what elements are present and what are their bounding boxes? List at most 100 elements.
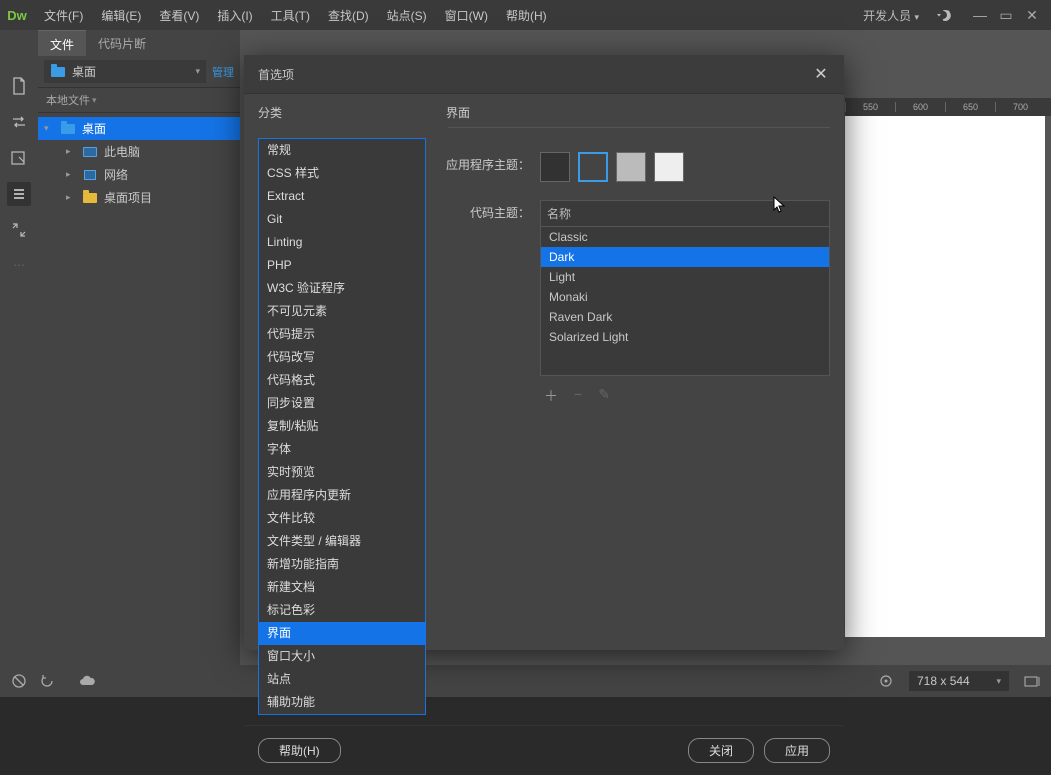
close-window-button[interactable]: ✕ xyxy=(1019,2,1045,28)
category-item[interactable]: W3C 验证程序 xyxy=(259,277,425,300)
minimize-button[interactable]: — xyxy=(967,2,993,28)
category-item[interactable]: 代码格式 xyxy=(259,369,425,392)
category-item[interactable]: 标记色彩 xyxy=(259,599,425,622)
dialog-footer: 帮助(H) 关闭 应用 xyxy=(244,725,844,775)
error-report-icon[interactable] xyxy=(8,670,30,692)
chevron-down-icon: ▾ xyxy=(92,95,97,106)
app-logo: Dw xyxy=(6,6,28,24)
theme-item[interactable]: Solarized Light xyxy=(541,327,829,347)
category-item[interactable]: 文件比较 xyxy=(259,507,425,530)
chevron-right-icon: ▸ xyxy=(66,169,76,180)
sync-settings-icon[interactable] xyxy=(933,5,953,25)
files-panel: 文件 代码片断 桌面 ▾ 管理 本地文件 ▾ ▾ 桌面 ▸ 此电脑 xyxy=(38,30,240,697)
apply-button[interactable]: 应用 xyxy=(764,738,830,763)
category-item[interactable]: 辅助功能 xyxy=(259,691,425,714)
viewport-size-selector[interactable]: 718 x 544 ▾ xyxy=(909,671,1009,691)
overflow-icon[interactable] xyxy=(1021,670,1043,692)
menu-view[interactable]: 查看(V) xyxy=(151,3,207,28)
category-item[interactable]: 站点 xyxy=(259,668,425,691)
tree-label: 桌面 xyxy=(82,120,106,137)
edit-theme-button[interactable]: ✎ xyxy=(598,386,610,406)
chevron-down-icon: ▾ xyxy=(996,676,1001,687)
main-menu: 文件(F) 编辑(E) 查看(V) 插入(I) 工具(T) 查找(D) 站点(S… xyxy=(36,3,555,28)
file-icon[interactable] xyxy=(7,74,31,98)
category-item[interactable]: 文件类型 / 编辑器 xyxy=(259,530,425,553)
category-item[interactable]: Extract xyxy=(259,185,425,208)
help-button[interactable]: 帮助(H) xyxy=(258,738,341,763)
folder-icon xyxy=(50,65,66,79)
anchor-icon[interactable] xyxy=(875,670,897,692)
ruler-mark: 700 xyxy=(995,102,1045,112)
local-files-label: 本地文件 xyxy=(46,92,90,108)
pc-icon xyxy=(82,145,98,159)
category-item[interactable]: 窗口大小 xyxy=(259,645,425,668)
theme-swatch-dark[interactable] xyxy=(578,152,608,182)
tree-item-pc[interactable]: ▸ 此电脑 xyxy=(38,140,240,163)
chevron-right-icon: ▸ xyxy=(66,146,76,157)
category-item[interactable]: 复制/粘贴 xyxy=(259,415,425,438)
manage-sites-link[interactable]: 管理 xyxy=(212,64,234,80)
chevron-right-icon: ▸ xyxy=(66,192,76,203)
menu-edit[interactable]: 编辑(E) xyxy=(93,3,149,28)
tree-item-network[interactable]: ▸ 网络 xyxy=(38,163,240,186)
category-item[interactable]: 常规 xyxy=(259,139,425,162)
theme-actions: ＋ − ✎ xyxy=(540,376,830,416)
preferences-dialog: 首选项 ✕ 分类 界面 常规CSS 样式ExtractGitLintingPHP… xyxy=(244,55,844,650)
remove-theme-button[interactable]: − xyxy=(574,386,582,406)
menu-file[interactable]: 文件(F) xyxy=(36,3,91,28)
theme-swatch-lightest[interactable] xyxy=(654,152,684,182)
category-item[interactable]: 不可见元素 xyxy=(259,300,425,323)
menu-find[interactable]: 查找(D) xyxy=(320,3,377,28)
tree-root[interactable]: ▾ 桌面 xyxy=(38,117,240,140)
category-item[interactable]: 实时预览 xyxy=(259,461,425,484)
category-item[interactable]: CSS 样式 xyxy=(259,162,425,185)
folder-icon xyxy=(60,122,76,136)
menu-help[interactable]: 帮助(H) xyxy=(498,3,555,28)
theme-swatch-light[interactable] xyxy=(616,152,646,182)
app-theme-swatches xyxy=(540,152,684,182)
expand-icon[interactable] xyxy=(7,218,31,242)
theme-item[interactable]: Dark xyxy=(541,247,829,267)
close-button[interactable]: 关闭 xyxy=(688,738,754,763)
divider xyxy=(448,127,830,128)
category-item[interactable]: PHP xyxy=(259,254,425,277)
panel-tab-files[interactable]: 文件 xyxy=(38,30,86,56)
theme-item[interactable]: Light xyxy=(541,267,829,287)
dialog-close-button[interactable]: ✕ xyxy=(812,65,830,83)
tree-label: 网络 xyxy=(104,166,128,183)
category-item[interactable]: 新建文档 xyxy=(259,576,425,599)
category-item[interactable]: 界面 xyxy=(259,622,425,645)
refresh-icon[interactable] xyxy=(36,670,58,692)
chevron-down-icon: ▾ xyxy=(44,123,54,134)
theme-item[interactable]: Monaki xyxy=(541,287,829,307)
menu-site[interactable]: 站点(S) xyxy=(379,3,435,28)
add-theme-button[interactable]: ＋ xyxy=(544,386,558,406)
theme-swatch-darkest[interactable] xyxy=(540,152,570,182)
inspect-icon[interactable] xyxy=(7,146,31,170)
tree-item-desktop-project[interactable]: ▸ 桌面项目 xyxy=(38,186,240,209)
workspace-selector[interactable]: 开发人员 ▾ xyxy=(857,5,925,26)
category-list[interactable]: 常规CSS 样式ExtractGitLintingPHPW3C 验证程序不可见元… xyxy=(258,138,426,715)
menu-window[interactable]: 窗口(W) xyxy=(437,3,496,28)
category-item[interactable]: 代码提示 xyxy=(259,323,425,346)
list-icon[interactable] xyxy=(7,182,31,206)
cloud-icon[interactable] xyxy=(76,670,98,692)
swap-icon[interactable] xyxy=(7,110,31,134)
panel-tab-snippets[interactable]: 代码片断 xyxy=(86,30,158,56)
category-item[interactable]: 新增功能指南 xyxy=(259,553,425,576)
ruler-mark: 600 xyxy=(895,102,945,112)
menu-insert[interactable]: 插入(I) xyxy=(209,3,260,28)
theme-item[interactable]: Classic xyxy=(541,227,829,247)
category-item[interactable]: Linting xyxy=(259,231,425,254)
maximize-button[interactable]: ▭ xyxy=(993,2,1019,28)
theme-item[interactable]: Raven Dark xyxy=(541,307,829,327)
folder-selector[interactable]: 桌面 ▾ xyxy=(44,60,206,83)
code-theme-list[interactable]: ClassicDarkLightMonakiRaven DarkSolarize… xyxy=(540,226,830,376)
category-item[interactable]: 同步设置 xyxy=(259,392,425,415)
category-item[interactable]: Git xyxy=(259,208,425,231)
category-item[interactable]: 字体 xyxy=(259,438,425,461)
category-item[interactable]: 代码改写 xyxy=(259,346,425,369)
category-item[interactable]: 应用程序内更新 xyxy=(259,484,425,507)
document-canvas[interactable] xyxy=(845,116,1045,637)
menu-tools[interactable]: 工具(T) xyxy=(263,3,318,28)
